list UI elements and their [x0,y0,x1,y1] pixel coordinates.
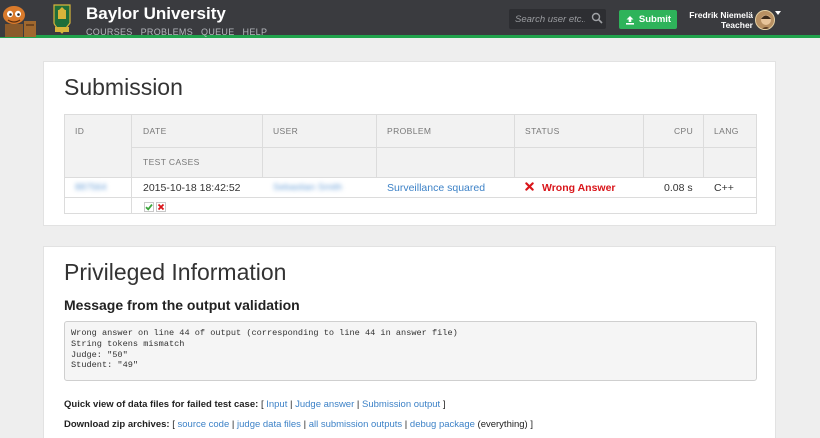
mascot-logo-icon[interactable] [0,1,36,37]
cpu-time: 0.08 s [664,182,693,194]
row-divider [65,197,756,198]
problem-link[interactable]: Surveillance squared [387,182,485,194]
submission-panel: Submission ID DATE USER PROBLEM STATUS C… [43,61,776,226]
quick-view-line: Quick view of data files for failed test… [64,399,446,410]
quick-view-label: Quick view of data files for failed test… [64,399,259,410]
message-line: Judge: "50" [71,349,128,360]
header-lang[interactable]: LANG [714,126,739,136]
message-line: Student: "49" [71,360,139,371]
judge-data-files-link[interactable]: judge data files [237,419,301,430]
all-submission-outputs-link[interactable]: all submission outputs [309,419,402,430]
submission-user-link[interactable]: Sebastian Smith [273,182,342,193]
column-divider [262,115,263,177]
header-divider [132,147,756,148]
wrong-answer-icon [525,182,534,191]
header-cpu[interactable]: CPU [674,126,693,136]
column-divider [703,115,704,177]
submission-title: Submission [64,74,183,100]
nav-courses[interactable]: COURSES [86,27,133,37]
bracket: [ [172,419,175,430]
input-file-link[interactable]: Input [266,399,287,410]
header-id[interactable]: ID [75,126,84,136]
main-nav: COURSES PROBLEMS QUEUE HELP [86,22,275,40]
test-case-wrong[interactable] [156,202,166,212]
brand-title[interactable]: Baylor University [86,4,226,24]
download-suffix: (everything) [477,419,528,430]
download-label: Download zip archives: [64,419,170,430]
privileged-info-panel: Privileged Information Message from the … [43,246,776,438]
judge-answer-link[interactable]: Judge answer [295,399,354,410]
baylor-shield-icon[interactable] [52,3,72,35]
message-line: Wrong answer on line 44 of output (corre… [71,328,458,338]
nav-problems[interactable]: PROBLEMS [141,27,193,37]
submission-id-link[interactable]: 887564 [75,182,107,193]
avatar-face-icon [756,11,774,29]
validation-message-box: Wrong answer on line 44 of output (corre… [64,321,757,381]
chevron-down-icon[interactable] [775,11,781,15]
user-info[interactable]: Fredrik Niemelä Teacher [689,10,753,30]
header-user[interactable]: USER [273,126,298,136]
column-divider [376,115,377,177]
source-code-link[interactable]: source code [178,419,230,430]
header-status[interactable]: STATUS [525,126,560,136]
submission-date: 2015-10-18 18:42:52 [143,182,241,194]
avatar[interactable] [755,10,775,30]
download-line: Download zip archives: [ source code | j… [64,419,533,430]
close-icon [157,203,165,211]
message-line: String tokens mismatch [71,338,185,349]
submit-button[interactable]: Submit [619,10,677,29]
column-divider [131,115,132,214]
language: C++ [714,182,734,194]
user-role: Teacher [721,20,753,30]
nav-help[interactable]: HELP [243,27,268,37]
bracket: [ [260,399,264,410]
submit-label: Submit [638,14,672,25]
search-icon[interactable] [591,12,603,24]
submission-output-link[interactable]: Submission output [362,399,440,410]
top-navbar: Baylor University COURSES PROBLEMS QUEUE HE… [0,0,820,38]
nav-queue[interactable]: QUEUE [201,27,235,37]
privileged-title: Privileged Information [64,259,287,285]
check-icon [145,204,153,211]
header-problem[interactable]: PROBLEM [387,126,431,136]
column-divider [643,115,644,177]
bracket: ] [442,399,446,410]
submission-table: ID DATE USER PROBLEM STATUS CPU LANG TES… [64,114,757,214]
bracket: ] [530,419,533,430]
user-name: Fredrik Niemelä [689,10,753,20]
column-divider [514,115,515,177]
status-badge: Wrong Answer [542,182,616,194]
test-case-accepted[interactable] [144,202,154,212]
debug-package-link[interactable]: debug package [410,419,475,430]
upload-icon [625,15,634,25]
header-date[interactable]: DATE [143,126,167,136]
header-test-cases: TEST CASES [143,157,200,167]
validation-message-heading: Message from the output validation [64,297,300,313]
